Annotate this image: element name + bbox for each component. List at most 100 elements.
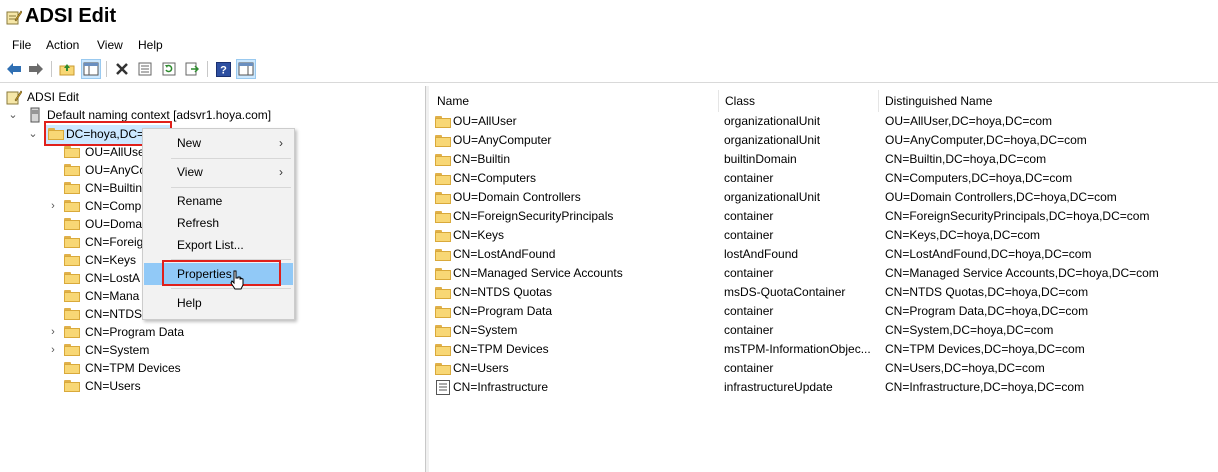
list-row[interactable]: OU=Domain Controllers organizationalUnit O…: [429, 188, 1218, 207]
forward-arrow-icon[interactable]: [27, 60, 45, 78]
list-cell-class: organizationalUnit: [724, 190, 821, 204]
list-row[interactable]: CN=Managed Service Accounts container CN=M…: [429, 264, 1218, 283]
column-header-class[interactable]: Class: [719, 90, 879, 112]
menu-separator: [171, 187, 291, 188]
adsi-edit-icon: [6, 90, 22, 105]
window-title: ADSI Edit: [25, 5, 117, 27]
document-icon: [436, 380, 450, 395]
help-icon[interactable]: ?: [214, 60, 232, 78]
chevron-down-icon[interactable]: ⌄: [28, 125, 38, 143]
context-menu-rename[interactable]: Rename: [144, 190, 293, 212]
folder-icon: [64, 218, 80, 230]
tree-item[interactable]: CN=Users: [48, 377, 248, 395]
folder-icon: [64, 164, 80, 176]
hand-cursor-icon: [230, 270, 244, 290]
list-row[interactable]: CN=Infrastructure infrastructureUpdate CN=…: [429, 378, 1218, 397]
list-cell-dn: CN=TPM Devices,DC=hoya,DC=com: [885, 342, 1085, 356]
folder-icon: [64, 200, 80, 212]
list-row[interactable]: OU=AnyComputer organizationalUnit OU=AnyCo…: [429, 131, 1218, 150]
menu-view[interactable]: View: [97, 38, 123, 52]
tree-item[interactable]: › CN=Program Data: [48, 323, 248, 341]
list-cell-name: CN=LostAndFound: [453, 247, 556, 261]
list-cell-name: CN=ForeignSecurityPrincipals: [453, 209, 614, 223]
folder-icon: [64, 308, 80, 320]
list-row[interactable]: CN=Computers container CN=Computers,DC=hoy…: [429, 169, 1218, 188]
list-row[interactable]: CN=Program Data container CN=Program Data,…: [429, 302, 1218, 321]
tree-item-label: CN=Foreig: [85, 235, 144, 249]
list-cell-name: CN=Managed Service Accounts: [453, 266, 623, 280]
list-cell-class: container: [724, 228, 774, 242]
list-row[interactable]: CN=System container CN=System,DC=hoya,DC=c…: [429, 321, 1218, 340]
delete-icon[interactable]: [113, 60, 131, 78]
show-hide-action-pane-icon[interactable]: [236, 59, 256, 79]
list-cell-name: CN=Infrastructure: [453, 380, 549, 394]
folder-icon: [435, 268, 451, 280]
red-highlight-box: [162, 260, 281, 286]
tree-item-label: CN=Users: [85, 379, 141, 393]
list-cell-name: CN=NTDS Quotas: [453, 285, 553, 299]
list-cell-dn: CN=Infrastructure,DC=hoya,DC=com: [885, 380, 1085, 394]
back-arrow-icon[interactable]: [5, 60, 23, 78]
list-row[interactable]: OU=AllUser organizationalUnit OU=AllUser,D…: [429, 112, 1218, 131]
folder-icon: [435, 230, 451, 242]
submenu-arrow-icon: ›: [279, 165, 283, 179]
list-cell-class: msDS-QuotaContainer: [724, 285, 846, 299]
tree-item[interactable]: › CN=System: [48, 341, 248, 359]
tree-item[interactable]: CN=TPM Devices: [48, 359, 248, 377]
refresh-icon[interactable]: [160, 60, 178, 78]
folder-icon: [64, 326, 80, 338]
menu-file[interactable]: File: [12, 38, 31, 52]
context-menu-view[interactable]: View ›: [144, 161, 293, 183]
properties-icon[interactable]: [136, 60, 154, 78]
list-row[interactable]: CN=LostAndFound lostAndFound CN=LostAndFou…: [429, 245, 1218, 264]
menu-action[interactable]: Action: [46, 38, 79, 52]
folder-icon: [435, 154, 451, 166]
tree-item-label: CN=Comp: [85, 199, 142, 213]
up-folder-icon[interactable]: [58, 60, 76, 78]
menu-help[interactable]: Help: [138, 38, 163, 52]
folder-icon: [435, 135, 451, 147]
tree-item-label: CN=Mana: [85, 289, 140, 303]
list-cell-name: CN=TPM Devices: [453, 342, 549, 356]
list-cell-dn: CN=System,DC=hoya,DC=com: [885, 323, 1054, 337]
svg-text:?: ?: [220, 64, 227, 76]
list-row[interactable]: CN=Builtin builtinDomain CN=Builtin,DC=hoy…: [429, 150, 1218, 169]
chevron-down-icon[interactable]: ⌄: [8, 106, 18, 124]
list-cell-dn: CN=LostAndFound,DC=hoya,DC=com: [885, 247, 1092, 261]
context-menu-help[interactable]: Help: [144, 292, 293, 314]
list-row[interactable]: CN=ForeignSecurityPrincipals container CN=…: [429, 207, 1218, 226]
list-cell-name: OU=AllUser: [453, 114, 517, 128]
chevron-right-icon[interactable]: ›: [48, 197, 58, 215]
list-cell-class: msTPM-InformationObjec...: [724, 342, 871, 356]
folder-icon: [64, 182, 80, 194]
tree-item-label: CN=Program Data: [85, 325, 185, 339]
context-menu-refresh[interactable]: Refresh: [144, 212, 293, 234]
folder-icon: [435, 173, 451, 185]
folder-icon: [64, 290, 80, 302]
menu-separator: [171, 158, 291, 159]
show-hide-tree-icon[interactable]: [81, 59, 101, 79]
list-cell-dn: OU=AllUser,DC=hoya,DC=com: [885, 114, 1053, 128]
list-cell-class: container: [724, 323, 774, 337]
export-list-icon[interactable]: [183, 60, 201, 78]
context-menu-new[interactable]: New ›: [144, 132, 293, 154]
list-cell-dn: CN=Program Data,DC=hoya,DC=com: [885, 304, 1089, 318]
list-row[interactable]: CN=NTDS Quotas msDS-QuotaContainer CN=NTDS…: [429, 283, 1218, 302]
tree-root[interactable]: ADSI Edit: [6, 88, 206, 106]
folder-icon: [435, 287, 451, 299]
chevron-right-icon[interactable]: ›: [48, 341, 58, 359]
list-cell-dn: CN=NTDS Quotas,DC=hoya,DC=com: [885, 285, 1089, 299]
list-row[interactable]: CN=Users container CN=Users,DC=hoya,DC=com: [429, 359, 1218, 378]
context-menu-export-list[interactable]: Export List...: [144, 234, 293, 256]
column-header-distinguished-name[interactable]: Distinguished Name: [879, 90, 1218, 112]
list-cell-dn: CN=Users,DC=hoya,DC=com: [885, 361, 1045, 375]
list-cell-name: CN=Program Data: [453, 304, 553, 318]
chevron-right-icon[interactable]: ›: [48, 323, 58, 341]
list-row[interactable]: CN=TPM Devices msTPM-InformationObjec... C…: [429, 340, 1218, 359]
list-row[interactable]: CN=Keys container CN=Keys,DC=hoya,DC=com: [429, 226, 1218, 245]
tree-item-label: OU=Doma: [85, 217, 143, 231]
list-cell-dn: CN=Builtin,DC=hoya,DC=com: [885, 152, 1047, 166]
column-header-name[interactable]: Name: [431, 90, 719, 112]
list-cell-name: CN=Keys: [453, 228, 505, 242]
tree-root-label: ADSI Edit: [27, 90, 80, 104]
